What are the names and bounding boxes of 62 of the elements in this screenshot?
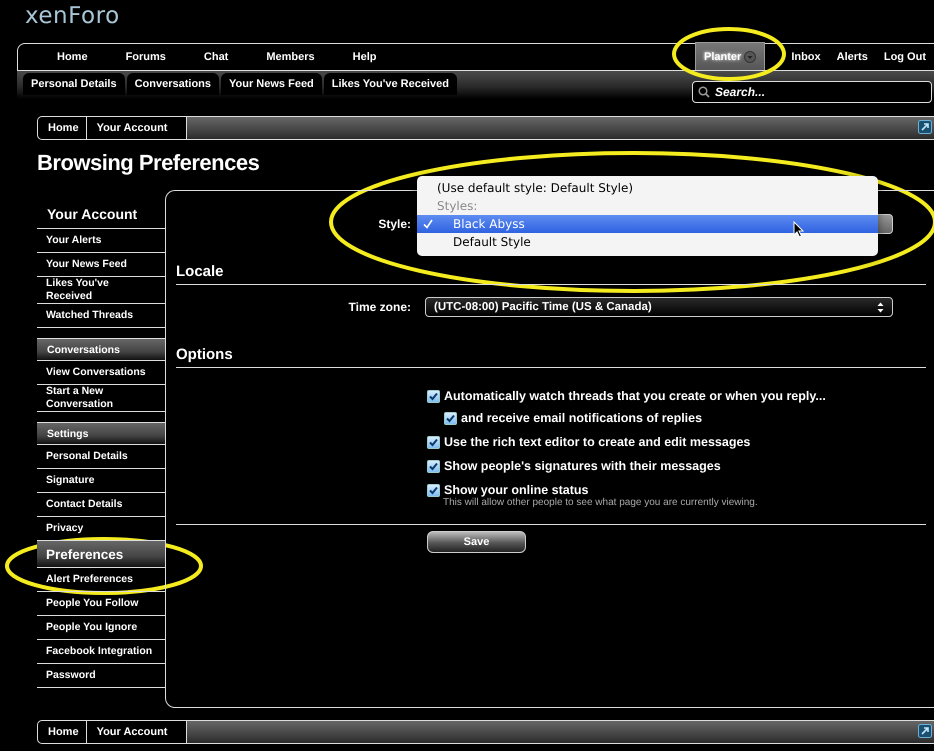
checkbox-label: Show your online status: [444, 483, 588, 497]
field-label: Style:: [377, 217, 411, 231]
checkmark-icon: [423, 219, 433, 229]
sidebar-heading: Your Account: [37, 202, 165, 229]
sub-nav-tab[interactable]: Personal Details: [23, 73, 125, 95]
sidebar-item[interactable]: Start a New Conversation: [37, 385, 165, 412]
checkbox-label: and receive email notifications of replies: [461, 411, 702, 425]
nav-tab[interactable]: Help: [342, 44, 388, 70]
sidebar-item[interactable]: Watched Threads: [37, 304, 165, 328]
save-button[interactable]: Save: [427, 531, 526, 553]
sidebar-item[interactable]: Likes You've Received: [37, 277, 165, 304]
sidebar-item[interactable]: Your Alerts: [37, 229, 165, 253]
breadcrumb-link[interactable]: Home: [38, 117, 87, 139]
external-link-icon[interactable]: [918, 120, 932, 134]
section-heading: Options: [176, 346, 926, 368]
hint-text: This will allow other people to see what page you are currently viewing.: [442, 497, 759, 508]
sub-nav-tab[interactable]: Likes You've Received: [324, 73, 457, 95]
search-field[interactable]: Search...: [692, 81, 932, 103]
nav-tab[interactable]: Home: [46, 44, 99, 70]
sidebar-item[interactable]: Personal Details: [37, 445, 165, 469]
menu-option[interactable]: (Use default style: Default Style): [417, 179, 878, 197]
section-heading: Locale: [176, 263, 926, 285]
page-title: Browsing Preferences: [37, 150, 260, 176]
field-label: Time zone:: [348, 300, 411, 314]
checkbox-label: Show people's signatures with their messages: [444, 459, 721, 473]
sidebar-item[interactable]: Preferences: [37, 541, 165, 568]
sidebar-item[interactable]: People You Ignore: [37, 616, 165, 640]
sidebar-item[interactable]: Signature: [37, 469, 165, 493]
select-field[interactable]: (UTC-08:00) Pacific Time (US & Canada): [425, 297, 893, 317]
menu-option[interactable]: Black Abyss: [417, 215, 878, 233]
nav-tab[interactable]: Planter: [695, 42, 766, 70]
checkbox[interactable]: [427, 460, 440, 472]
sub-nav-tab[interactable]: Your News Feed: [221, 73, 322, 95]
sidebar-section-header[interactable]: Conversations: [37, 339, 165, 361]
external-link-icon[interactable]: [918, 724, 932, 738]
nav-tab[interactable]: Forums: [114, 44, 177, 70]
checkbox-label: Automatically watch threads that you create or when you reply...: [444, 389, 826, 403]
sidebar-item[interactable]: Facebook Integration: [37, 640, 165, 664]
site-logo[interactable]: xenForo: [25, 3, 120, 29]
mouse-pointer-icon: [793, 221, 804, 238]
nav-tab[interactable]: Log Out: [876, 44, 934, 70]
sidebar-item[interactable]: Alert Preferences: [37, 568, 165, 592]
sidebar-item[interactable]: View Conversations: [37, 361, 165, 385]
breadcrumb-link[interactable]: Home: [38, 721, 87, 743]
nav-tab[interactable]: Alerts: [828, 44, 876, 70]
sidebar-item[interactable]: Password: [37, 664, 165, 688]
checkbox[interactable]: [427, 390, 440, 402]
sub-nav-tab[interactable]: Conversations: [126, 73, 220, 95]
checkbox[interactable]: [427, 436, 440, 448]
menu-group-label: Styles:: [436, 198, 478, 215]
nav-tab[interactable]: Inbox: [783, 44, 829, 70]
sidebar-section-header[interactable]: Settings: [37, 423, 165, 445]
checkbox-label: Use the rich text editor to create and edit messages: [444, 435, 750, 449]
sidebar-item[interactable]: Your News Feed: [37, 253, 165, 277]
checkbox[interactable]: [427, 484, 440, 496]
nav-tab[interactable]: Chat: [192, 44, 240, 70]
nav-tab[interactable]: Members: [255, 44, 326, 70]
checkbox[interactable]: [444, 412, 457, 424]
sidebar-item[interactable]: Contact Details: [37, 493, 165, 517]
sidebar-item[interactable]: People You Follow: [37, 592, 165, 616]
menu-option[interactable]: Default Style: [417, 233, 878, 251]
up-down-arrows-icon: [877, 302, 884, 312]
